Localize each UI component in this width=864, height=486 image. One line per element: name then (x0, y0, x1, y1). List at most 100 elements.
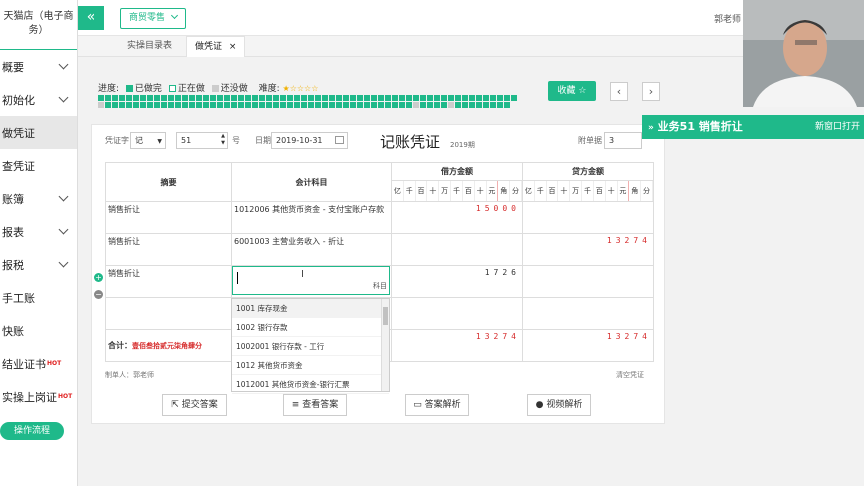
progress-square[interactable] (378, 102, 384, 108)
progress-square[interactable] (385, 102, 391, 108)
debit-cell[interactable]: 15000 (391, 201, 523, 234)
collapse-sidebar-button[interactable]: « (78, 6, 104, 30)
summary-cell[interactable]: 销售折让 (105, 233, 232, 266)
dropdown-scrollbar[interactable] (381, 299, 389, 391)
progress-square[interactable] (196, 102, 202, 108)
sidebar-item[interactable]: 报税 (0, 248, 77, 281)
progress-square[interactable] (504, 102, 510, 108)
progress-square[interactable] (441, 102, 447, 108)
progress-square[interactable] (259, 102, 265, 108)
progress-square[interactable] (427, 102, 433, 108)
progress-square[interactable] (210, 102, 216, 108)
progress-square[interactable] (301, 102, 307, 108)
sidebar-item[interactable]: 结业证书 HOT (0, 347, 77, 380)
progress-square[interactable] (469, 102, 475, 108)
progress-square[interactable] (308, 102, 314, 108)
progress-square[interactable] (336, 102, 342, 108)
progress-square[interactable] (238, 102, 244, 108)
summary-cell[interactable] (105, 297, 232, 330)
progress-square[interactable] (343, 102, 349, 108)
remove-row-icon[interactable]: − (94, 290, 103, 299)
account-option[interactable]: 1002 银行存款 (232, 318, 389, 337)
progress-square[interactable] (245, 102, 251, 108)
progress-square[interactable] (434, 102, 440, 108)
progress-square[interactable] (329, 102, 335, 108)
scrollbar-thumb[interactable] (383, 307, 388, 325)
account-option[interactable]: 1001 库存现金 (232, 299, 389, 318)
account-option[interactable]: 1012 其他货币资金 (232, 356, 389, 375)
credit-cell[interactable] (522, 265, 654, 298)
progress-square[interactable] (182, 102, 188, 108)
progress-square[interactable] (203, 102, 209, 108)
progress-square[interactable] (364, 102, 370, 108)
progress-square[interactable] (98, 102, 104, 108)
next-button[interactable]: › (642, 82, 660, 101)
add-row-icon[interactable]: + (94, 273, 103, 282)
progress-square[interactable] (175, 102, 181, 108)
account-cell[interactable]: 1012006 其他货币资金 - 支付宝账户存款 (231, 201, 392, 234)
progress-square[interactable] (322, 102, 328, 108)
credit-cell[interactable] (522, 201, 654, 234)
debit-cell[interactable]: 1726 (391, 265, 523, 298)
progress-square[interactable] (126, 102, 132, 108)
progress-square[interactable] (161, 102, 167, 108)
voucher-word-select[interactable]: 记 ▼ (130, 132, 166, 149)
progress-square[interactable] (497, 102, 503, 108)
date-input[interactable]: 2019-10-31 (271, 132, 348, 149)
progress-square[interactable] (462, 102, 468, 108)
progress-square[interactable] (448, 102, 454, 108)
progress-square[interactable] (168, 102, 174, 108)
sidebar-item[interactable]: 概要 (0, 50, 77, 83)
collect-button[interactable]: 收藏 ☆ (548, 81, 596, 101)
progress-square[interactable] (476, 102, 482, 108)
answer-analysis-button[interactable]: ▭ 答案解析 (405, 394, 469, 416)
sidebar-item[interactable]: 实操上岗证 HOT (0, 380, 77, 413)
progress-square[interactable] (413, 102, 419, 108)
progress-square[interactable] (315, 102, 321, 108)
sidebar-item[interactable]: 报表 (0, 215, 77, 248)
user-name[interactable]: 郭老师 (714, 12, 741, 25)
account-input[interactable]: I 科目 (232, 266, 390, 295)
progress-square[interactable] (371, 102, 377, 108)
progress-square[interactable] (483, 102, 489, 108)
account-option[interactable]: 1002001 银行存款 - 工行 (232, 337, 389, 356)
progress-square[interactable] (266, 102, 272, 108)
video-analysis-button[interactable]: ● 视频解析 (527, 394, 591, 416)
progress-square[interactable] (294, 102, 300, 108)
sidebar-item[interactable]: 做凭证 (0, 116, 77, 149)
progress-square[interactable] (350, 102, 356, 108)
summary-cell[interactable]: 销售折让 (105, 201, 232, 234)
sidebar-item[interactable]: 快账 (0, 314, 77, 347)
clear-voucher-link[interactable]: 清空凭证 (616, 370, 644, 380)
progress-square[interactable] (392, 102, 398, 108)
operation-flow-button[interactable]: 操作流程 (0, 422, 64, 440)
progress-square[interactable] (189, 102, 195, 108)
tab-practice-catalog[interactable]: 实操目录表 (119, 36, 180, 57)
chevron-double-down-icon[interactable]: » (648, 123, 654, 133)
module-select[interactable]: 商贸零售 (120, 8, 186, 29)
account-option[interactable]: 1012001 其他货币资金-银行汇票 (232, 375, 389, 394)
submit-answer-button[interactable]: ⇱ 提交答案 (162, 394, 227, 416)
progress-square[interactable] (287, 102, 293, 108)
progress-square[interactable] (490, 102, 496, 108)
credit-cell[interactable] (522, 297, 654, 330)
prev-button[interactable]: ‹ (610, 82, 628, 101)
sidebar-item[interactable]: 初始化 (0, 83, 77, 116)
new-window-link[interactable]: 新窗口打开 (815, 115, 860, 139)
progress-square[interactable] (406, 102, 412, 108)
progress-square[interactable] (511, 95, 517, 101)
progress-square[interactable] (112, 102, 118, 108)
progress-square[interactable] (357, 102, 363, 108)
progress-square[interactable] (217, 102, 223, 108)
progress-square[interactable] (133, 102, 139, 108)
summary-cell[interactable]: 销售折让 (105, 265, 232, 298)
progress-square[interactable] (252, 102, 258, 108)
close-icon[interactable]: × (229, 42, 237, 52)
debit-cell[interactable] (391, 297, 523, 330)
progress-square[interactable] (273, 102, 279, 108)
progress-square[interactable] (455, 102, 461, 108)
attachment-count-input[interactable]: 3 (604, 132, 642, 149)
sidebar-item[interactable]: 手工账 (0, 281, 77, 314)
progress-square[interactable] (154, 102, 160, 108)
progress-square[interactable] (420, 102, 426, 108)
